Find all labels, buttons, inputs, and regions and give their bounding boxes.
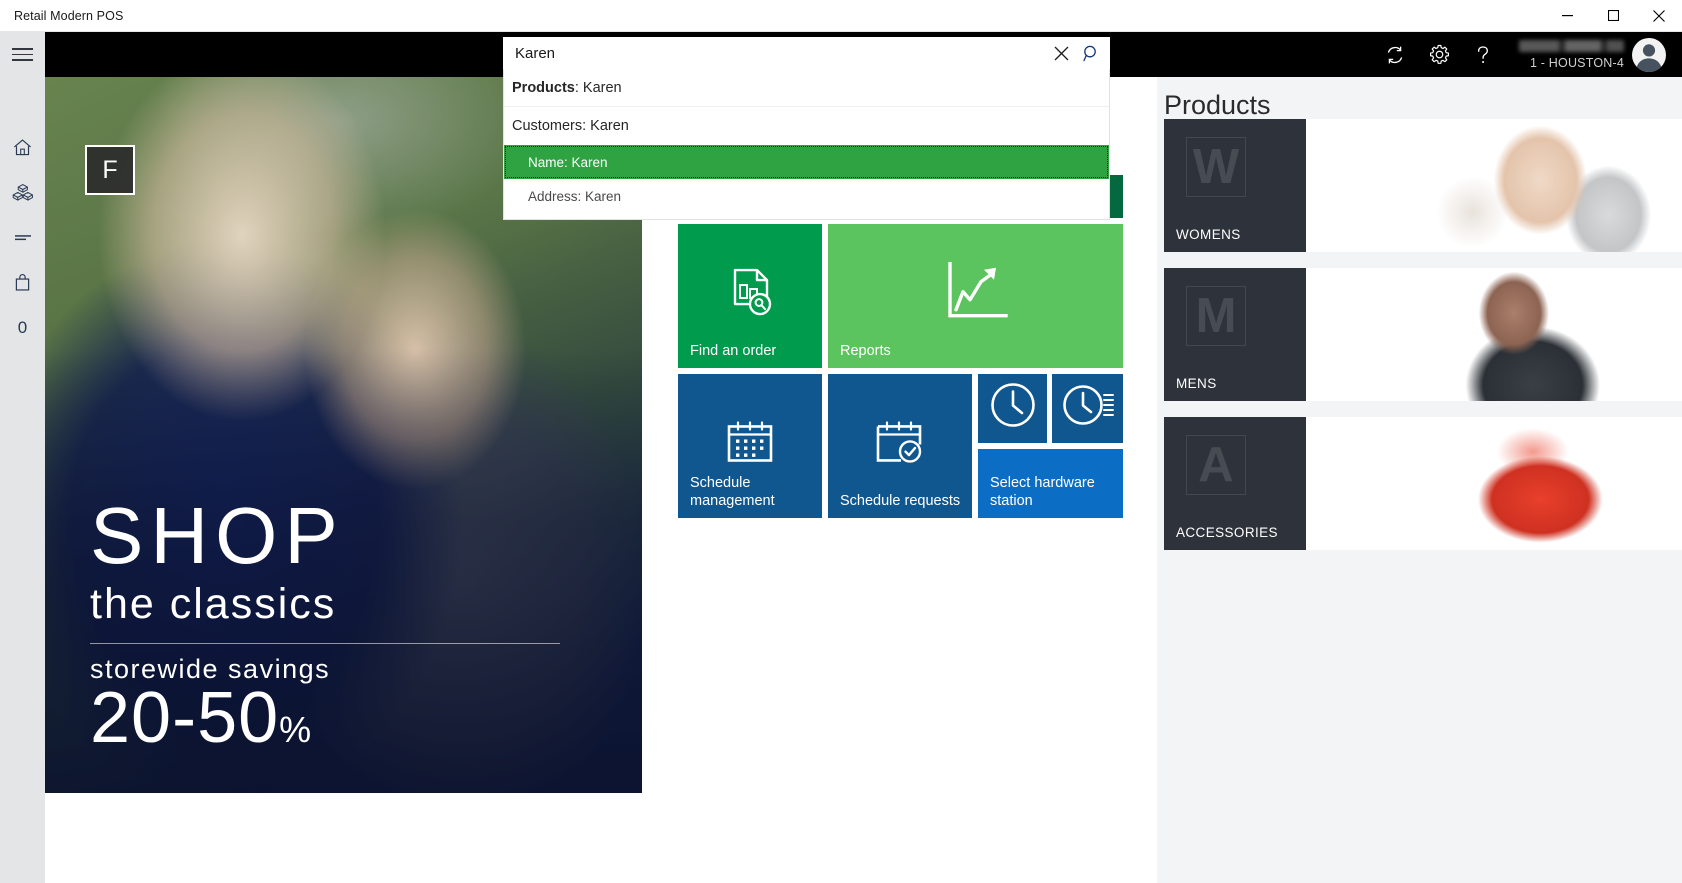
tile-reports-label: Reports [840,342,891,359]
cart-item-count: 0 [0,305,45,350]
promo-discount: 20-50% [90,681,570,757]
sidebar-item-home[interactable] [0,125,45,170]
suggestion-products-group: Products [512,79,575,96]
suggestion-products-term: : Karen [574,79,622,96]
category-name-accessories: ACCESSORIES [1176,525,1278,540]
promo-divider [90,643,560,645]
tile-schedule-management-label: Schedule management [690,474,775,509]
product-category-tile-mens[interactable]: M MENS [1164,268,1306,401]
cart-count-label: 0 [17,317,28,337]
suggestion-customer-address[interactable]: Address: Karen [504,179,1109,213]
tile-schedule-requests[interactable]: Schedule requests [828,374,972,518]
suggestion-customer-name-label: Name: Karen [528,154,608,170]
promo-discount-value: 20-50 [90,678,280,759]
tile-select-hardware-station-label: Select hardware station [990,474,1095,509]
suggestion-customer-name[interactable]: Name: Karen [504,145,1109,179]
search-input[interactable] [504,38,1046,68]
pos-app-window: Retail Modern POS Karen Products: Karen… [0,0,1682,883]
promo-discount-suffix: % [279,709,313,751]
product-category-mens[interactable]: M MENS [1164,268,1682,401]
search-suggestions: Products: Karen Customers: Karen Name: K… [503,69,1110,220]
promo-headline: SHOP [90,490,345,580]
sidebar-item-cart[interactable] [0,260,45,305]
tile-find-an-order-label: Find an order [690,342,777,359]
suggestion-customers[interactable]: Customers: Karen [504,107,1109,145]
document-search-icon [678,260,822,322]
tile-select-hardware-station[interactable]: Select hardware station [978,449,1123,518]
promo-text-block: SHOP the classics storewide savings 20-5… [90,490,570,757]
womens-photo [1306,119,1682,252]
close-button[interactable] [1636,0,1682,32]
clock-icon [978,380,1047,430]
suggestion-customer-address-label: Address: Karen [528,188,622,204]
sidebar-item-products[interactable] [0,170,45,215]
product-image-womens[interactable] [1306,119,1682,252]
clock-list-icon [1052,380,1123,430]
window-title: Retail Modern POS [14,8,124,23]
tile-reports[interactable]: Reports [828,224,1123,368]
tile-time-clock-entries[interactable] [1052,374,1123,443]
sync-icon[interactable] [1373,32,1417,77]
hamburger-bars [12,44,33,65]
product-category-tile-accessories[interactable]: A ACCESSORIES [1164,417,1306,550]
gear-icon[interactable] [1417,32,1461,77]
tile-time-clock[interactable] [978,374,1047,443]
chart-up-icon [828,258,1123,324]
products-panel: Products W WOMENS M MENS A ACCESSORIES [1157,77,1682,883]
category-name-mens: MENS [1176,376,1217,391]
products-title: Products [1164,90,1271,120]
product-category-accessories[interactable]: A ACCESSORIES [1164,417,1682,550]
calendar-check-icon [828,420,972,464]
search-icon[interactable] [1076,38,1106,68]
tile-find-an-order[interactable]: Find an order [678,224,822,368]
accessories-photo [1306,417,1682,550]
account-info[interactable]: 1 - HOUSTON-4 [1519,32,1624,77]
tile-schedule-management[interactable]: Schedule management [678,374,822,518]
suggestion-customers-label: Customers: Karen [512,118,629,134]
category-initial-womens: W [1186,137,1246,197]
category-name-womens: WOMENS [1176,227,1241,242]
tile-schedule-requests-label: Schedule requests [840,492,961,509]
category-initial-accessories: A [1186,435,1246,495]
product-category-tile-womens[interactable]: W WOMENS [1164,119,1306,252]
calendar-icon [678,420,822,464]
product-category-womens[interactable]: W WOMENS [1164,119,1682,252]
maximize-button[interactable] [1590,0,1636,32]
promo-subhead: the classics [90,579,337,628]
window-controls [1544,0,1682,32]
account-user-name [1519,39,1624,52]
hamburger-menu-icon[interactable] [0,32,45,77]
avatar[interactable] [1632,37,1666,72]
account-store: 1 - HOUSTON-4 [1529,55,1624,70]
category-initial-mens: M [1186,286,1246,346]
header-actions: 1 - HOUSTON-4 [1373,32,1682,77]
left-rail: 0 [0,77,45,883]
title-bar: Retail Modern POS [0,0,1682,32]
suggestion-products[interactable]: Products: Karen [504,69,1109,107]
search-bar[interactable] [503,37,1110,69]
minimize-button[interactable] [1544,0,1590,32]
product-image-accessories[interactable] [1306,417,1682,550]
promo-badge: F [85,145,135,195]
help-icon[interactable] [1461,32,1505,77]
close-icon[interactable] [1046,38,1076,68]
sidebar-item-transactions[interactable] [0,215,45,260]
product-image-mens[interactable] [1306,268,1682,401]
mens-photo [1306,268,1682,401]
